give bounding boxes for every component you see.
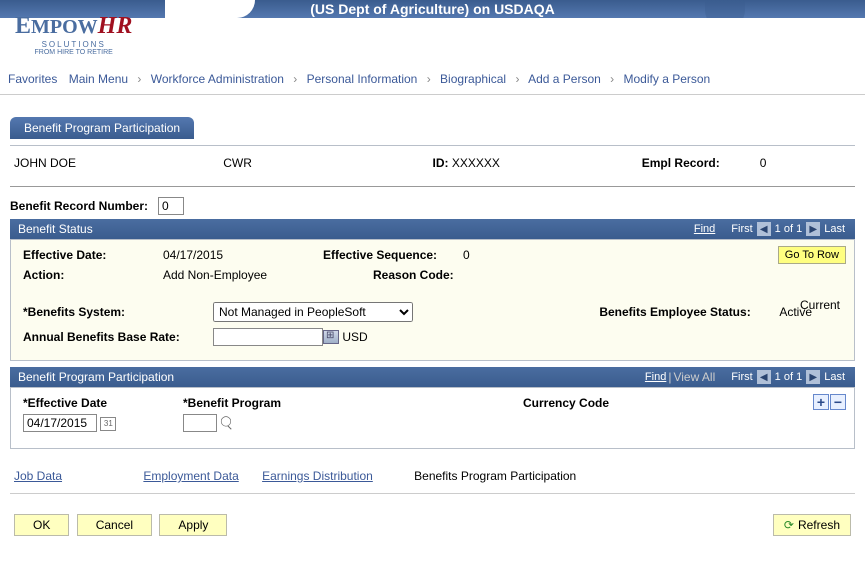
base-rate-input[interactable]	[213, 328, 323, 346]
logo-text-mpow: MPOW	[31, 16, 98, 38]
action-value: Add Non-Employee	[163, 268, 323, 282]
next-icon[interactable]: ▶	[806, 370, 820, 384]
action-buttons: OK Cancel Apply ⟳ Refresh	[10, 514, 855, 536]
benefits-prog-text: Benefits Program Participation	[414, 469, 576, 483]
person-name: JOHN DOE	[14, 156, 223, 170]
refresh-label: Refresh	[798, 518, 840, 532]
banner-curve	[165, 0, 255, 18]
benefit-record-label: Benefit Record Number:	[10, 199, 148, 213]
logo-text-e: E	[15, 13, 31, 39]
nav-last-label[interactable]: Last	[824, 223, 845, 235]
breadcrumb-sep: ›	[293, 72, 297, 86]
add-row-icon[interactable]: +	[813, 394, 829, 410]
empl-record-label: Empl Record:	[642, 156, 720, 170]
apply-button[interactable]: Apply	[159, 514, 227, 536]
logo-area: EMPOWHR SOLUTIONS FROM HIRE TO RETIRE	[0, 18, 865, 68]
nav-first-label[interactable]: First	[731, 223, 752, 235]
breadcrumb-main-menu[interactable]: Main Menu	[69, 72, 128, 86]
id-value: XXXXXX	[452, 156, 500, 170]
breadcrumb-sep: ›	[427, 72, 431, 86]
refresh-button[interactable]: ⟳ Refresh	[773, 514, 851, 536]
benefit-record-row: Benefit Record Number:	[10, 193, 855, 219]
delete-row-icon[interactable]: −	[830, 394, 846, 410]
participation-body: +− *Effective Date 31 *Benefit Program C…	[10, 387, 855, 449]
nav-last-label[interactable]: Last	[824, 371, 845, 383]
banner-title: (US Dept of Agriculture) on USDAQA	[310, 0, 554, 18]
breadcrumb-modify-person[interactable]: Modify a Person	[624, 72, 711, 86]
prev-icon[interactable]: ◀	[757, 222, 771, 236]
bottom-links: Job Data Employment Data Earnings Distri…	[10, 459, 855, 494]
eff-date-value: 04/17/2015	[163, 248, 323, 262]
breadcrumb-sep: ›	[515, 72, 519, 86]
logo-text-hr: HR	[98, 13, 133, 39]
nav-page: 1 of 1	[775, 223, 803, 235]
main-content: Benefit Program Participation JOHN DOE C…	[0, 95, 865, 546]
participation-controls: Find | View All First ◀ 1 of 1 ▶ Last	[641, 370, 847, 384]
earnings-dist-link[interactable]: Earnings Distribution	[262, 469, 373, 483]
eff-date-label: Effective Date:	[23, 248, 163, 262]
refresh-icon: ⟳	[784, 518, 794, 532]
prev-icon[interactable]: ◀	[757, 370, 771, 384]
find-link[interactable]: Find	[694, 223, 715, 235]
find-link[interactable]: Find	[645, 371, 666, 383]
currency-code-label: Currency Code	[523, 396, 609, 410]
tab-bar: Benefit Program Participation	[10, 117, 855, 139]
benefit-status-title: Benefit Status	[18, 222, 93, 236]
calendar-icon[interactable]: 31	[100, 417, 116, 431]
view-all-link: View All	[673, 370, 715, 384]
go-to-row-button[interactable]: Go To Row	[778, 246, 846, 264]
divider	[10, 186, 855, 187]
job-data-link[interactable]: Job Data	[14, 469, 62, 483]
current-label: Current	[800, 298, 840, 312]
benefit-status-body: Go To Row Effective Date: 04/17/2015 Eff…	[10, 239, 855, 361]
employment-data-link[interactable]: Employment Data	[143, 469, 238, 483]
reason-code-label: Reason Code:	[373, 268, 454, 282]
nav-first-label[interactable]: First	[731, 371, 752, 383]
nav-page: 1 of 1	[775, 371, 803, 383]
breadcrumb-add-person[interactable]: Add a Person	[528, 72, 601, 86]
tab-divider	[10, 145, 855, 146]
id-label: ID:	[433, 156, 449, 170]
breadcrumb-favorites[interactable]: Favorites	[8, 72, 57, 86]
benefit-status-header: Benefit Status Find First ◀ 1 of 1 ▶ Las…	[10, 219, 855, 239]
person-type: CWR	[223, 156, 432, 170]
base-rate-label: Annual Benefits Base Rate:	[23, 330, 213, 344]
breadcrumb-personal-info[interactable]: Personal Information	[307, 72, 418, 86]
ok-button[interactable]: OK	[14, 514, 69, 536]
lookup-icon[interactable]	[220, 417, 234, 431]
breadcrumb-workforce-admin[interactable]: Workforce Administration	[151, 72, 284, 86]
benefit-program-input[interactable]	[183, 414, 217, 432]
benefit-record-input[interactable]	[158, 197, 184, 215]
benefit-status-controls: Find First ◀ 1 of 1 ▶ Last	[690, 222, 847, 236]
breadcrumb-sep: ›	[610, 72, 614, 86]
tab-benefit-program[interactable]: Benefit Program Participation	[10, 117, 194, 139]
benefits-system-select[interactable]: Not Managed in PeopleSoft	[213, 302, 413, 322]
breadcrumb: Favorites Main Menu › Workforce Administ…	[0, 68, 865, 95]
participation-header: Benefit Program Participation Find | Vie…	[10, 367, 855, 387]
logo-subtitle: SOLUTIONS	[15, 40, 132, 49]
action-label: Action:	[23, 268, 163, 282]
calculator-icon[interactable]	[323, 330, 339, 344]
add-remove-controls: +−	[812, 394, 846, 410]
breadcrumb-sep: ›	[137, 72, 141, 86]
benefits-system-label: *Benefits System:	[23, 305, 213, 319]
base-rate-currency: USD	[342, 330, 367, 344]
person-header: JOHN DOE CWR ID: XXXXXX Empl Record: 0	[10, 152, 855, 180]
logo: EMPOWHR SOLUTIONS FROM HIRE TO RETIRE	[15, 13, 132, 56]
part-eff-date-label: *Effective Date	[23, 396, 107, 410]
next-icon[interactable]: ▶	[806, 222, 820, 236]
cancel-button[interactable]: Cancel	[77, 514, 152, 536]
part-eff-date-input[interactable]	[23, 414, 97, 432]
logo-tagline: FROM HIRE TO RETIRE	[15, 49, 132, 56]
eff-seq-value: 0	[463, 248, 470, 262]
participation-title: Benefit Program Participation	[18, 370, 174, 384]
breadcrumb-biographical[interactable]: Biographical	[440, 72, 506, 86]
eff-seq-label: Effective Sequence:	[323, 248, 463, 262]
benefit-program-label: *Benefit Program	[183, 396, 281, 410]
emp-status-label: Benefits Employee Status:	[599, 305, 779, 319]
empl-record-value: 0	[760, 156, 767, 170]
